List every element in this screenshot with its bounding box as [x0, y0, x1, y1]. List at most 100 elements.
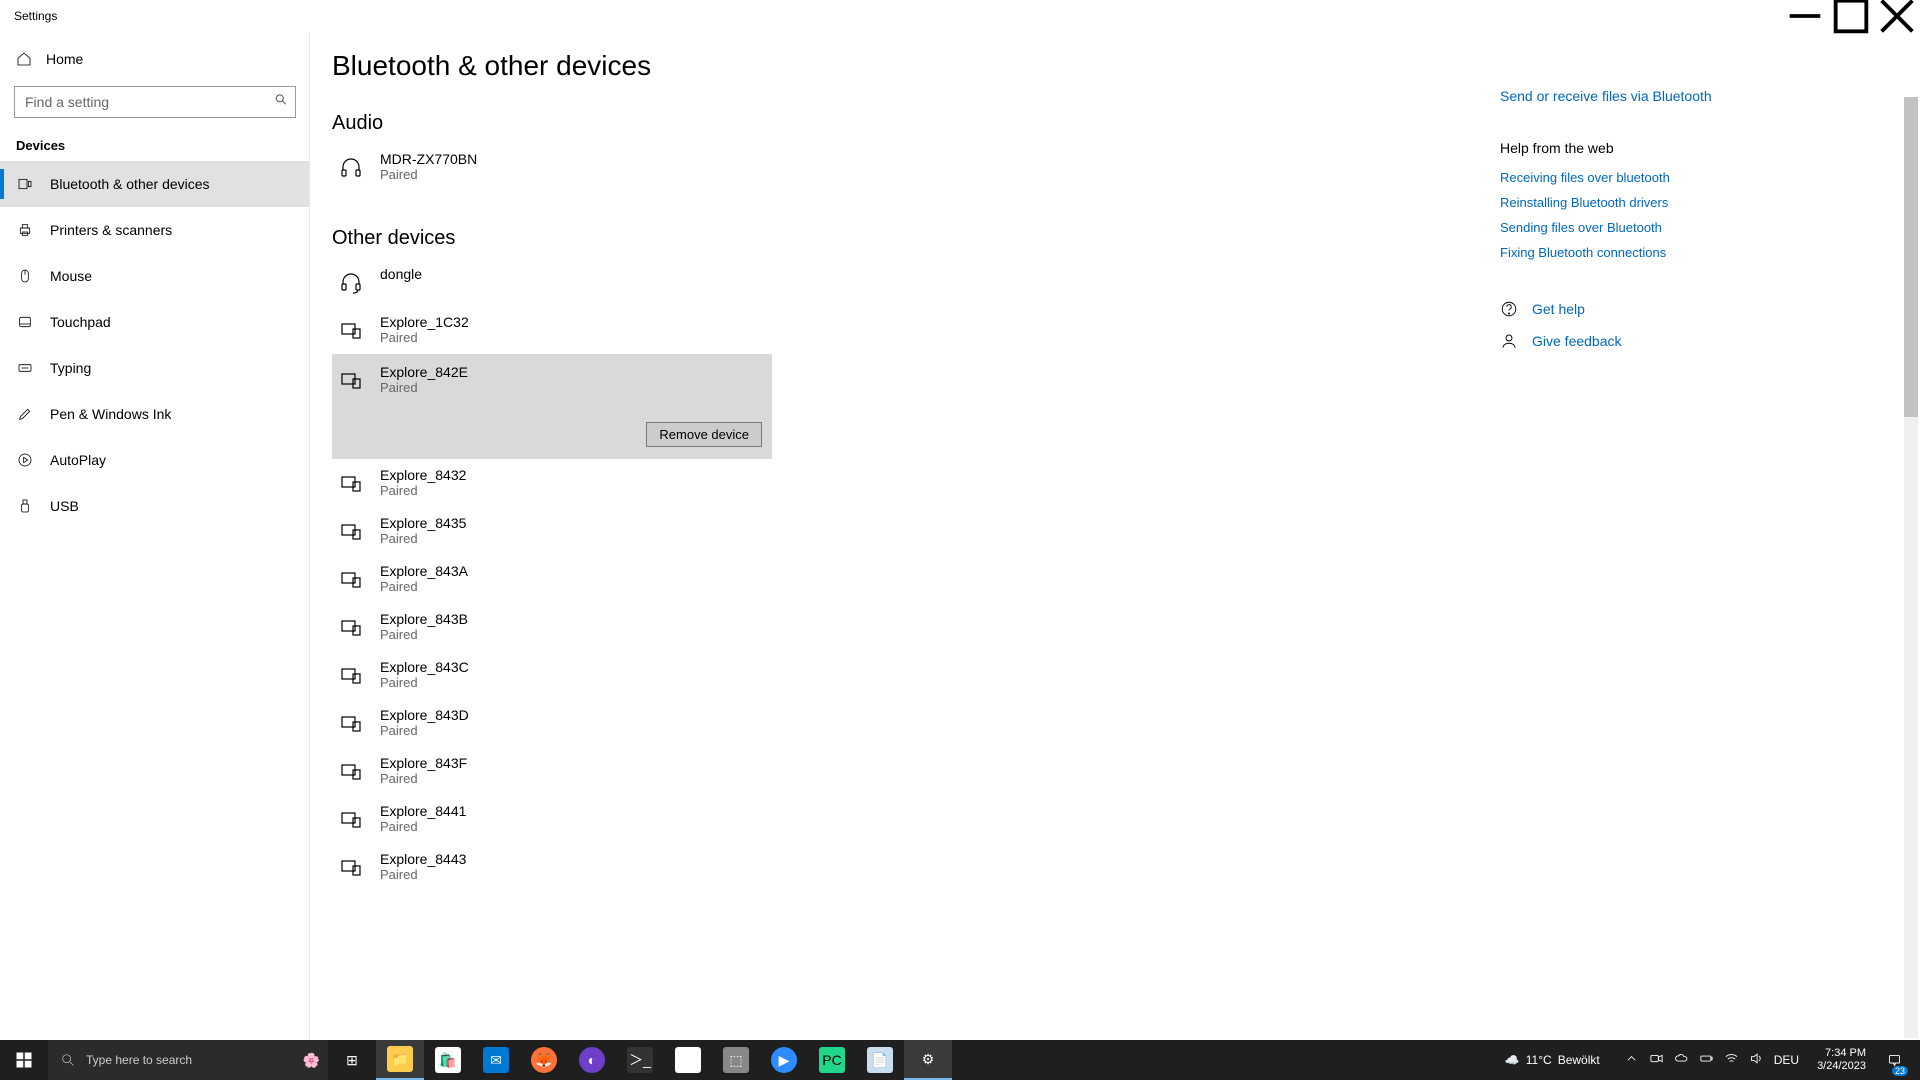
nav-label: Mouse: [50, 268, 92, 284]
taskbar-app-firefox[interactable]: 🦊: [520, 1040, 568, 1080]
taskbar-search[interactable]: Type here to search 🌸: [48, 1040, 328, 1080]
nav-pen[interactable]: Pen & Windows Ink: [0, 391, 310, 437]
monitor-icon: [336, 366, 366, 396]
device-status: Paired: [380, 867, 466, 882]
help-link[interactable]: Sending files over Bluetooth: [1500, 220, 1880, 235]
help-icon: [1500, 300, 1518, 318]
taskbar-app-notepad[interactable]: 📄: [856, 1040, 904, 1080]
device-item[interactable]: Explore_8432 Paired: [332, 459, 772, 507]
nav-touchpad[interactable]: Touchpad: [0, 299, 310, 345]
give-feedback-link[interactable]: Give feedback: [1532, 333, 1622, 349]
tray-onedrive-icon[interactable]: [1674, 1051, 1689, 1069]
close-button[interactable]: [1874, 0, 1920, 32]
device-item[interactable]: Explore_8443 Paired: [332, 843, 772, 891]
titlebar: Settings: [0, 0, 1920, 32]
keyboard-icon: [16, 359, 34, 377]
taskbar-app-terminal[interactable]: ＞_: [616, 1040, 664, 1080]
weather-icon: ☁️: [1505, 1053, 1520, 1067]
autoplay-icon: [16, 451, 34, 469]
device-item[interactable]: Explore_843D Paired: [332, 699, 772, 747]
device-item[interactable]: Explore_1C32 Paired: [332, 306, 772, 354]
pen-icon: [16, 405, 34, 423]
nav-label: AutoPlay: [50, 452, 106, 468]
get-help-link[interactable]: Get help: [1532, 301, 1585, 317]
nav-typing[interactable]: Typing: [0, 345, 310, 391]
monitor-icon: [336, 661, 366, 691]
taskbar-app-generic[interactable]: ⬚: [712, 1040, 760, 1080]
weather-text: Bewölkt: [1558, 1053, 1600, 1067]
device-item[interactable]: Explore_8435 Paired: [332, 507, 772, 555]
maximize-button[interactable]: [1828, 0, 1874, 32]
taskbar-app-store[interactable]: 🛍️: [424, 1040, 472, 1080]
device-item[interactable]: dongle: [332, 258, 772, 306]
device-status: Paired: [380, 771, 467, 786]
tray-meet-now-icon[interactable]: [1649, 1051, 1664, 1069]
nav-autoplay[interactable]: AutoPlay: [0, 437, 310, 483]
home-button[interactable]: Home: [0, 38, 310, 80]
nav-mouse[interactable]: Mouse: [0, 253, 310, 299]
minimize-button[interactable]: [1782, 0, 1828, 32]
taskbar-app-explorer[interactable]: 📁: [376, 1040, 424, 1080]
help-link[interactable]: Receiving files over bluetooth: [1500, 170, 1880, 185]
monitor-icon: [336, 469, 366, 499]
scrollbar-thumb[interactable]: [1904, 97, 1918, 417]
search-decoration-icon: 🌸: [303, 1052, 320, 1069]
sidebar-section-title: Devices: [0, 128, 310, 161]
taskbar-app-zoom[interactable]: ▶: [760, 1040, 808, 1080]
taskbar-app-settings[interactable]: ⚙: [904, 1040, 952, 1080]
page-title: Bluetooth & other devices: [332, 50, 1500, 82]
task-view-button[interactable]: ⊞: [328, 1040, 376, 1080]
device-name: Explore_843C: [380, 659, 469, 675]
tray-volume-icon[interactable]: [1749, 1051, 1764, 1069]
help-link[interactable]: Fixing Bluetooth connections: [1500, 245, 1880, 260]
device-name: Explore_843B: [380, 611, 468, 627]
tray-wifi-icon[interactable]: [1724, 1051, 1739, 1069]
notification-badge: 23: [1892, 1066, 1908, 1076]
device-item[interactable]: Explore_8441 Paired: [332, 795, 772, 843]
nav-bluetooth[interactable]: Bluetooth & other devices: [0, 161, 310, 207]
main-content: Bluetooth & other devices Audio MDR-ZX77…: [310, 32, 1500, 1053]
device-item[interactable]: MDR-ZX770BN Paired: [332, 143, 772, 191]
taskbar-app-slack[interactable]: ✱: [664, 1040, 712, 1080]
touchpad-icon: [16, 313, 34, 331]
device-item[interactable]: Explore_843A Paired: [332, 555, 772, 603]
taskbar-search-placeholder: Type here to search: [86, 1053, 192, 1067]
monitor-icon: [336, 517, 366, 547]
device-item-selected[interactable]: Explore_842E Paired Remove device: [332, 354, 772, 459]
taskbar-app-github[interactable]: ◐: [568, 1040, 616, 1080]
tray-date: 3/24/2023: [1817, 1060, 1866, 1073]
start-button[interactable]: [0, 1040, 48, 1080]
taskbar-app-mail[interactable]: ✉: [472, 1040, 520, 1080]
device-item[interactable]: Explore_843F Paired: [332, 747, 772, 795]
device-status: Paired: [380, 531, 466, 546]
sidebar: Home Devices Bluetooth & other devices P…: [0, 32, 310, 1053]
help-title: Help from the web: [1500, 140, 1880, 156]
device-name: dongle: [380, 266, 422, 282]
tray-clock[interactable]: 7:34 PM 3/24/2023: [1817, 1047, 1866, 1073]
nav-label: Bluetooth & other devices: [50, 176, 210, 192]
monitor-icon: [336, 709, 366, 739]
mouse-icon: [16, 267, 34, 285]
device-name: Explore_1C32: [380, 314, 469, 330]
nav-printers[interactable]: Printers & scanners: [0, 207, 310, 253]
nav-usb[interactable]: USB: [0, 483, 310, 529]
help-link[interactable]: Reinstalling Bluetooth drivers: [1500, 195, 1880, 210]
device-name: Explore_843A: [380, 563, 468, 579]
action-center-button[interactable]: 23: [1876, 1040, 1912, 1080]
devices-icon: [16, 175, 34, 193]
remove-device-button[interactable]: Remove device: [646, 422, 762, 447]
printer-icon: [16, 221, 34, 239]
settings-search-input[interactable]: [14, 86, 296, 118]
weather-widget[interactable]: ☁️ 11°C Bewölkt: [1505, 1053, 1600, 1067]
search-icon: [274, 93, 288, 112]
nav-label: Typing: [50, 360, 91, 376]
window-title: Settings: [14, 9, 57, 23]
taskbar-app-pycharm[interactable]: PC: [808, 1040, 856, 1080]
tray-language[interactable]: DEU: [1774, 1053, 1799, 1067]
send-receive-link[interactable]: Send or receive files via Bluetooth: [1500, 88, 1880, 104]
device-item[interactable]: Explore_843B Paired: [332, 603, 772, 651]
tray-chevron-icon[interactable]: [1624, 1051, 1639, 1069]
device-item[interactable]: Explore_843C Paired: [332, 651, 772, 699]
tray-battery-icon[interactable]: [1699, 1051, 1714, 1069]
monitor-icon: [336, 853, 366, 883]
